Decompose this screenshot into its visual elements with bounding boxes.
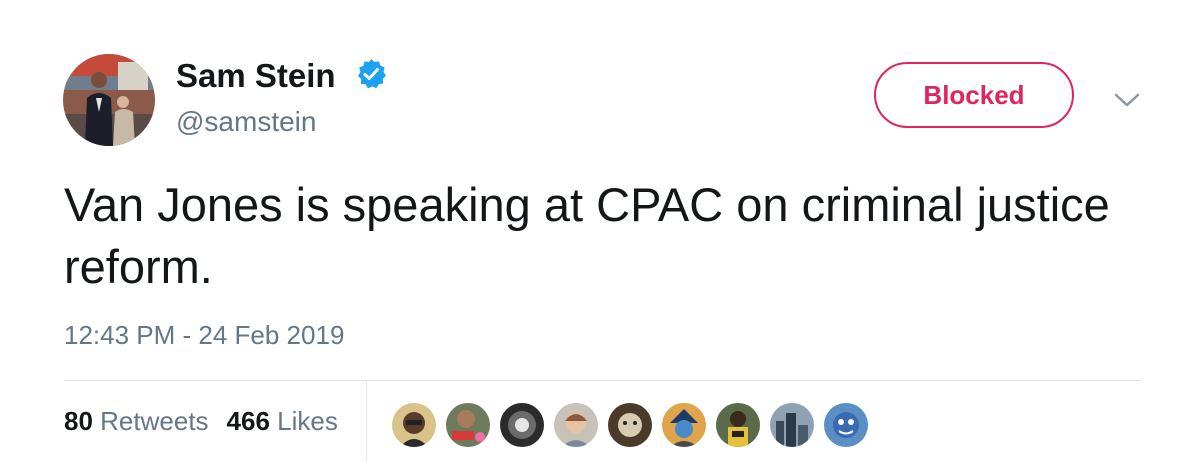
liker-avatar[interactable] (552, 401, 600, 449)
retweets-stat[interactable]: 80 Retweets (64, 406, 209, 436)
likes-count: 466 (226, 406, 270, 436)
verified-badge-icon (358, 59, 386, 89)
liker-avatar[interactable] (390, 401, 438, 449)
author-handle[interactable]: @samstein (176, 106, 316, 138)
author-display-name[interactable]: Sam Stein (176, 57, 336, 95)
liker-avatar[interactable] (822, 401, 870, 449)
tweet-text: Van Jones is speaking at CPAC on crimina… (64, 178, 1110, 293)
author-avatar[interactable] (63, 54, 155, 146)
likes-stat[interactable]: 466 Likes (227, 406, 338, 436)
stats-top-divider (64, 380, 1142, 381)
liker-avatar[interactable] (714, 401, 762, 449)
tweet-stats: 80 Retweets 466 Likes (64, 406, 338, 437)
liker-avatar[interactable] (660, 401, 708, 449)
chevron-down-icon[interactable] (1113, 90, 1141, 110)
likes-label: Likes (277, 406, 338, 436)
blocked-button[interactable]: Blocked (874, 62, 1074, 128)
stats-vertical-divider (366, 381, 367, 462)
liker-avatar[interactable] (606, 401, 654, 449)
retweets-count: 80 (64, 406, 93, 436)
tweet-timestamp[interactable]: 12:43 PM - 24 Feb 2019 (64, 320, 344, 351)
liker-avatar[interactable] (768, 401, 816, 449)
retweets-label: Retweets (100, 406, 209, 436)
liker-avatar[interactable] (444, 401, 492, 449)
liker-avatar[interactable] (498, 401, 546, 449)
